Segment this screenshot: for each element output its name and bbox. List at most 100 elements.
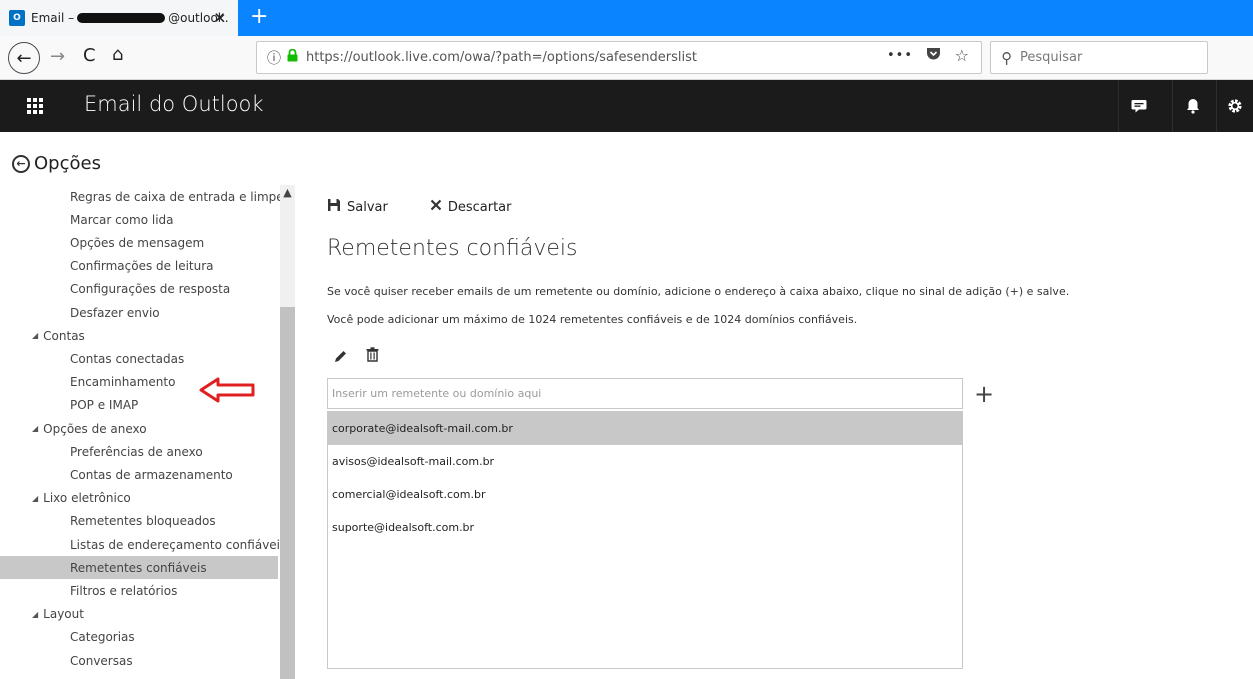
sidebar-item-label: Categorias	[70, 630, 135, 645]
close-icon	[430, 199, 442, 215]
sidebar-item-label: Filtros e relatórios	[70, 583, 178, 598]
sidebar-item-label: Preferências de anexo	[70, 444, 203, 459]
sidebar-item-label: Remetentes bloqueados	[70, 514, 216, 529]
sidebar-scroll-thumb[interactable]	[280, 307, 295, 679]
info-icon[interactable]: ⓘ	[267, 48, 281, 68]
sidebar-item-label: Listas de endereçamento confiáveis	[70, 537, 287, 552]
bell-icon[interactable]	[1172, 80, 1212, 132]
sidebar-item-label: Opções de anexo	[43, 421, 147, 436]
sidebar-item[interactable]: Remetentes confiáveis	[0, 556, 278, 580]
sidebar-item[interactable]: Conversas	[0, 649, 278, 672]
collapse-caret-icon: ◢	[32, 331, 39, 341]
browser-navbar: ← → C ⌂ ⓘ https://outlook.live.com/owa/?…	[0, 36, 1253, 80]
app-title[interactable]: Email do Outlook	[84, 92, 264, 116]
options-toolbar: Salvar Descartar	[327, 198, 554, 216]
search-icon: ⚲	[1001, 48, 1012, 67]
scroll-up-icon[interactable]: ▲	[280, 185, 295, 200]
discard-label: Descartar	[447, 199, 512, 215]
options-sidebar: Regras de caixa de entrada e limpeza Marc…	[0, 185, 295, 679]
page-title: Remetentes confiáveis	[327, 236, 578, 261]
sender-email: avisos@idealsoft-mail.com.br	[332, 455, 495, 468]
sidebar-item[interactable]: Opções de mensagem	[0, 231, 278, 254]
sidebar-group[interactable]: ◢ Opções de anexo	[0, 417, 278, 440]
browser-tabstrip: O Email – @outlook. ✕ +	[0, 0, 1253, 36]
save-button[interactable]: Salvar	[327, 198, 388, 216]
sidebar-item-label: Marcar como lida	[70, 212, 174, 227]
edit-icon[interactable]	[333, 349, 348, 368]
sender-row[interactable]: comercial@idealsoft.com.br	[328, 478, 962, 511]
chat-icon[interactable]	[1118, 80, 1158, 132]
page-actions-icon[interactable]: •••	[887, 48, 913, 63]
sender-email: comercial@idealsoft.com.br	[332, 488, 486, 501]
tab-title-prefix: Email –	[31, 11, 75, 25]
back-arrow-icon: ←	[12, 154, 30, 173]
sender-row[interactable]: corporate@idealsoft-mail.com.br	[328, 412, 962, 445]
instructions-text: Se você quiser receber emails de um reme…	[327, 285, 1070, 298]
sidebar-group[interactable]: ◢ Lixo eletrônico	[0, 487, 278, 510]
sender-input[interactable]	[327, 378, 963, 409]
sidebar-item-label: Encaminhamento	[70, 375, 176, 390]
collapse-caret-icon: ◢	[32, 609, 39, 619]
sidebar-item-label: Contas conectadas	[70, 351, 185, 366]
outlook-favicon-icon: O	[9, 10, 25, 26]
sidebar-item-label: Opções de mensagem	[70, 235, 205, 250]
sidebar-item-label: Contas de armazenamento	[70, 467, 233, 482]
options-back-link[interactable]: ← Opções	[12, 153, 101, 174]
discard-button[interactable]: Descartar	[430, 199, 512, 215]
add-sender-button[interactable]: +	[974, 380, 994, 408]
sidebar-item-label: Conversas	[70, 653, 133, 668]
pocket-icon[interactable]	[926, 47, 941, 65]
home-button[interactable]: ⌂	[112, 44, 123, 65]
sender-email: suporte@idealsoft.com.br	[332, 521, 475, 534]
sidebar-item[interactable]: Regras de caixa de entrada e limpeza	[0, 185, 295, 208]
trash-icon[interactable]	[366, 347, 379, 366]
sender-email: corporate@idealsoft-mail.com.br	[332, 422, 513, 435]
new-tab-button[interactable]: +	[250, 4, 268, 30]
redaction-mark	[77, 13, 166, 23]
sidebar-item[interactable]: Contas de armazenamento	[0, 463, 278, 486]
sidebar-item-label: POP e IMAP	[70, 398, 139, 413]
close-tab-icon[interactable]: ✕	[213, 9, 226, 27]
options-title: Opções	[34, 153, 101, 174]
url-text[interactable]: https://outlook.live.com/owa/?path=/opti…	[306, 50, 697, 65]
save-icon	[327, 198, 341, 216]
tab-title: Email – @outlook.	[31, 11, 229, 25]
sidebar-item-label: Layout	[43, 607, 84, 622]
sidebar-item[interactable]: Marcar como lida	[0, 208, 278, 231]
sidebar-item[interactable]: Filtros e relatórios	[0, 579, 278, 602]
collapse-caret-icon: ◢	[32, 424, 39, 433]
sidebar-item-label: Regras de caixa de entrada e limpeza	[70, 189, 295, 204]
bookmark-star-icon[interactable]: ☆	[955, 46, 969, 65]
sidebar-group[interactable]: ◢ Layout	[0, 603, 278, 626]
annotation-arrow-icon	[199, 377, 255, 403]
sidebar-group[interactable]: ◢ Contas	[0, 324, 278, 347]
gear-icon[interactable]	[1216, 80, 1253, 132]
sidebar-item[interactable]: Categorias	[0, 626, 278, 649]
sidebar-item-label: Contas	[43, 328, 85, 343]
sidebar-item-label: Configurações de resposta	[70, 282, 231, 297]
sidebar-item-label: Lixo eletrônico	[43, 491, 131, 506]
search-placeholder: Pesquisar	[1020, 50, 1083, 65]
browser-search-bar[interactable]: ⚲ Pesquisar	[990, 41, 1208, 74]
sidebar-item[interactable]: Listas de endereçamento confiáveis	[0, 533, 286, 556]
lock-icon	[287, 48, 298, 66]
url-bar[interactable]: ⓘ https://outlook.live.com/owa/?path=/op…	[256, 41, 982, 74]
back-button[interactable]: ←	[8, 42, 40, 74]
safe-senders-list[interactable]: corporate@idealsoft-mail.com.br avisos@id…	[327, 411, 963, 669]
limit-text: Você pode adicionar um máximo de 1024 re…	[327, 313, 858, 326]
browser-tab[interactable]: O Email – @outlook. ✕	[0, 0, 238, 36]
reload-button[interactable]: C	[83, 45, 96, 66]
sender-row[interactable]: suporte@idealsoft.com.br	[328, 511, 962, 544]
save-label: Salvar	[347, 199, 388, 215]
app-launcher-icon[interactable]	[0, 80, 70, 132]
sidebar-item[interactable]: Preferências de anexo	[0, 440, 278, 463]
collapse-caret-icon: ◢	[32, 493, 39, 503]
sidebar-item-label: Desfazer envio	[70, 305, 160, 320]
forward-button[interactable]: →	[50, 46, 65, 67]
sidebar-item[interactable]: Desfazer envio	[0, 301, 278, 324]
sidebar-item[interactable]: Contas conectadas	[0, 347, 278, 370]
sidebar-item[interactable]: Configurações de resposta	[0, 278, 278, 301]
sidebar-item[interactable]: Remetentes bloqueados	[0, 510, 278, 533]
sidebar-item[interactable]: Confirmações de leitura	[0, 255, 278, 278]
sender-row[interactable]: avisos@idealsoft-mail.com.br	[328, 445, 962, 478]
